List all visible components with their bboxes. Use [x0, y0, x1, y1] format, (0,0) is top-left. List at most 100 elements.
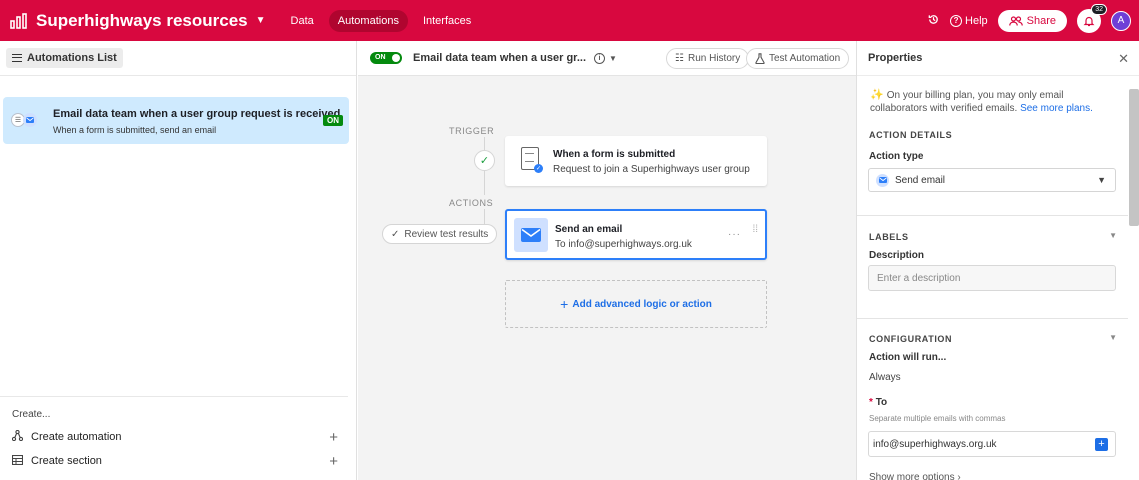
plus-icon[interactable]: + — [329, 453, 338, 470]
bell-icon — [1083, 16, 1095, 26]
to-email-field[interactable]: info@superhighways.org.uk + — [868, 431, 1116, 457]
check-icon: ✓ — [391, 228, 400, 240]
info-icon[interactable]: i — [594, 52, 606, 64]
connector-line — [484, 171, 485, 195]
create-automation-label: Create automation — [31, 431, 122, 443]
chevron-down-icon[interactable]: ▼ — [609, 54, 617, 63]
notifications-button[interactable]: 32 — [1077, 3, 1107, 33]
add-logic-button[interactable]: + Add advanced logic or action — [505, 280, 767, 328]
automation-subtitle: When a form is submitted, send an email — [53, 125, 217, 135]
automation-name[interactable]: Email data team when a user gr... — [413, 52, 586, 64]
automation-canvas: ON Email data team when a user gr... i ▼… — [358, 41, 856, 480]
trigger-subtitle: Request to join a Superhighways user gro… — [553, 164, 750, 175]
divider — [857, 318, 1128, 319]
plus-icon[interactable]: + — [329, 429, 338, 446]
plus-icon: + — [560, 296, 569, 312]
create-footer: Create... Create automation + Create sec… — [0, 396, 348, 470]
create-automation-button[interactable]: Create automation + — [11, 429, 342, 446]
add-logic-label: Add advanced logic or action — [572, 298, 712, 310]
top-right-controls: ? Help Share 32 A — [927, 0, 1131, 41]
sparkle-icon: ✨ — [870, 89, 884, 101]
chevron-down-icon[interactable]: ▼ — [1109, 231, 1117, 240]
question-icon: ? — [950, 14, 963, 27]
workflow-icon — [11, 429, 26, 444]
drag-handle-icon[interactable]: ⁞⁞ — [752, 225, 758, 235]
to-label-text: To — [875, 397, 888, 408]
notification-count-badge: 32 — [1091, 3, 1107, 15]
automations-list-panel: Automations List ☰ Email data team when … — [0, 41, 357, 480]
top-nav: Data Automations Interfaces — [282, 9, 481, 32]
create-section-button[interactable]: Create section + — [11, 453, 342, 470]
bar-chart-logo-icon[interactable] — [10, 12, 28, 30]
mail-icon — [876, 173, 889, 187]
properties-panel: Properties ✕ ✨ On your billing plan, you … — [856, 41, 1139, 480]
labels-heading: LABELS — [869, 232, 909, 242]
people-icon — [1008, 15, 1023, 26]
automations-list-label: Automations List — [27, 52, 117, 64]
connector-line — [484, 209, 485, 225]
automations-list-button[interactable]: Automations List — [6, 48, 123, 68]
automation-title: Email data team when a user group reques… — [53, 108, 341, 120]
help-label: Help — [965, 14, 988, 27]
action-type-select[interactable]: Send email ▼ — [868, 168, 1116, 192]
show-more-label: Show more options — [869, 472, 955, 480]
top-bar: Superhighways resources ▼ Data Automatio… — [0, 0, 1139, 41]
to-hint: Separate multiple emails with commas — [869, 414, 1006, 423]
base-title-text: Superhighways resources — [36, 10, 248, 30]
show-more-options-link[interactable]: Show more options › — [869, 472, 961, 480]
description-label: Description — [869, 250, 925, 261]
nav-interfaces[interactable]: Interfaces — [414, 10, 480, 32]
run-history-button[interactable]: ☷ Run History — [666, 48, 750, 69]
history-icon[interactable] — [927, 13, 940, 29]
action-will-run-value: Always — [869, 372, 901, 383]
to-label: * To — [869, 397, 887, 408]
create-section-label: Create section — [31, 455, 102, 467]
see-more-plans-link[interactable]: See more plans. — [1020, 103, 1093, 114]
connector-line — [484, 137, 485, 150]
properties-title: Properties — [868, 52, 923, 64]
to-email-value: info@superhighways.org.uk — [873, 438, 997, 450]
test-automation-button[interactable]: Test Automation — [746, 48, 850, 69]
send-email-action-node[interactable]: Send an email To info@superhighways.org.… — [505, 209, 767, 260]
left-panel-header: Automations List — [0, 41, 356, 76]
trigger-section-label: TRIGGER — [449, 126, 495, 136]
nav-automations[interactable]: Automations — [328, 9, 408, 32]
actions-section-label: ACTIONS — [449, 198, 494, 208]
required-marker: * — [869, 397, 873, 408]
create-label: Create... — [12, 409, 51, 420]
add-field-icon[interactable]: + — [1095, 438, 1108, 451]
close-icon[interactable]: ✕ — [1118, 51, 1129, 67]
nav-data[interactable]: Data — [282, 10, 323, 32]
avatar[interactable]: A — [1111, 10, 1131, 31]
share-label: Share — [1026, 14, 1056, 27]
action-subtitle: To info@superhighways.org.uk — [555, 239, 692, 250]
automation-icons: ☰ — [11, 113, 37, 127]
more-options-icon[interactable]: ··· — [728, 229, 741, 240]
base-title[interactable]: Superhighways resources ▼ — [36, 11, 266, 31]
billing-notice: ✨ On your billing plan, you may only emai… — [870, 89, 1110, 115]
action-details-heading: ACTION DETAILS — [869, 130, 953, 140]
divider — [857, 215, 1128, 216]
test-automation-label: Test Automation — [769, 53, 841, 64]
flask-icon — [755, 53, 765, 64]
review-test-results-button[interactable]: ✓ Review test results — [382, 224, 498, 244]
trigger-title: When a form is submitted — [553, 149, 676, 160]
trigger-node[interactable]: ✓ When a form is submitted Request to jo… — [505, 136, 767, 186]
properties-header: Properties ✕ — [857, 41, 1139, 76]
description-input[interactable] — [868, 265, 1116, 291]
status-badge: ON — [323, 115, 343, 126]
scrollbar[interactable] — [1129, 89, 1139, 226]
automation-list-item[interactable]: ☰ Email data team when a user group requ… — [3, 97, 349, 144]
share-button[interactable]: Share — [997, 9, 1067, 32]
chevron-down-icon: ▼ — [255, 15, 266, 26]
hamburger-icon — [12, 54, 22, 62]
canvas-header: ON Email data team when a user gr... i ▼… — [358, 41, 856, 76]
help-button[interactable]: ? Help — [950, 14, 988, 27]
chevron-down-icon: ▼ — [1097, 175, 1106, 185]
run-history-label: Run History — [687, 53, 741, 64]
check-badge-icon: ✓ — [534, 164, 543, 173]
form-submit-icon: ✓ — [521, 147, 543, 173]
list-icon: ☷ — [675, 53, 684, 64]
chevron-down-icon[interactable]: ▼ — [1109, 333, 1117, 342]
automation-toggle[interactable]: ON — [370, 52, 402, 64]
